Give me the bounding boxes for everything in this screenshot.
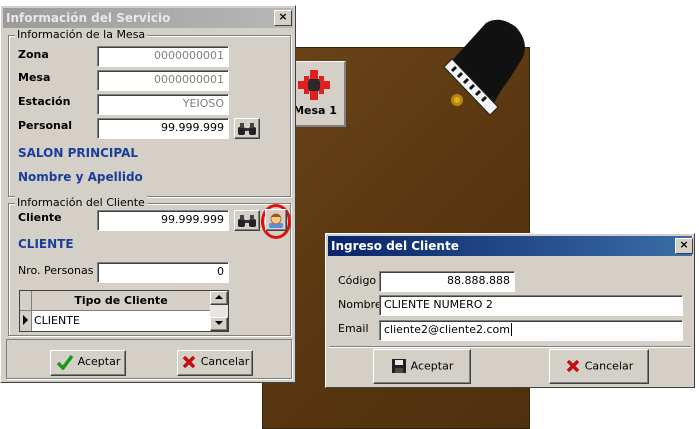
personas-field[interactable]: 0 (97, 262, 229, 283)
cliente-label: Cliente (18, 211, 62, 224)
mesa-label: Mesa (18, 71, 51, 84)
personas-label: Nro. Personas (18, 264, 94, 277)
grid-header: Tipo de Cliente (32, 291, 210, 311)
cliente-search-button[interactable] (234, 210, 260, 231)
client-window-title: Ingreso del Cliente (328, 236, 692, 256)
service-window-title: Información del Servicio (3, 8, 293, 28)
cliente-field[interactable]: 99.999.999 (97, 210, 229, 231)
save-icon (391, 359, 406, 373)
mesa-field[interactable]: 0000000001 (97, 70, 229, 91)
client-avatar-icon (269, 213, 283, 228)
scroll-up-icon[interactable] (210, 291, 228, 305)
grid-row[interactable]: CLIENTE (34, 312, 210, 330)
close-icon[interactable]: × (675, 238, 693, 254)
codigo-label: Código (338, 274, 377, 287)
zona-field[interactable]: 0000000001 (97, 46, 229, 67)
service-window: Información del Servicio × Información d… (0, 5, 296, 383)
cliente-text: CLIENTE (18, 237, 74, 251)
client-accept-button[interactable]: Aceptar (373, 349, 471, 384)
add-client-button[interactable] (265, 209, 287, 231)
email-label: Email (338, 322, 369, 335)
scroll-down-icon[interactable] (210, 317, 228, 331)
client-type-grid[interactable]: Tipo de Cliente CLIENTE (19, 290, 229, 332)
binoculars-icon (238, 215, 256, 227)
nombre-label: Nombre (338, 298, 382, 311)
nombre-apellido-text: Nombre y Apellido (18, 170, 143, 184)
estacion-field[interactable]: YEIOSO (97, 94, 229, 115)
table-icon (298, 70, 330, 100)
service-cancel-button[interactable]: Cancelar (177, 350, 253, 376)
email-field[interactable]: cliente2@cliente2.com (379, 320, 683, 341)
row-pointer-icon (23, 315, 28, 325)
codigo-field[interactable]: 88.888.888 (379, 271, 515, 292)
binoculars-icon (238, 123, 256, 135)
personal-label: Personal (18, 119, 73, 132)
zona-label: Zona (18, 48, 49, 61)
client-info-legend: Información del Cliente (15, 196, 147, 209)
client-window-separator (329, 346, 691, 348)
client-window: Ingreso del Cliente × Código 88.888.888 … (325, 233, 695, 388)
personal-field[interactable]: 99.999.999 (97, 118, 229, 139)
grid-row-indicator (20, 311, 32, 331)
table-info-legend: Información de la Mesa (15, 28, 148, 41)
grid-corner (20, 291, 32, 311)
x-icon (182, 355, 195, 369)
x-icon (566, 359, 579, 373)
text-cursor (510, 323, 512, 336)
estacion-label: Estación (18, 95, 71, 108)
grid-scrollbar[interactable] (210, 291, 228, 331)
piano-icon (443, 19, 525, 116)
checkmark-icon (56, 354, 74, 370)
email-value: cliente2@cliente2.com (384, 323, 510, 336)
close-icon[interactable]: × (274, 10, 292, 26)
service-accept-button[interactable]: Aceptar (50, 350, 126, 376)
personal-search-button[interactable] (234, 118, 260, 139)
client-cancel-button[interactable]: Cancelar (549, 349, 649, 384)
salon-text: SALON PRINCIPAL (18, 146, 139, 160)
nombre-field[interactable]: CLIENTE NUMERO 2 (379, 295, 683, 316)
